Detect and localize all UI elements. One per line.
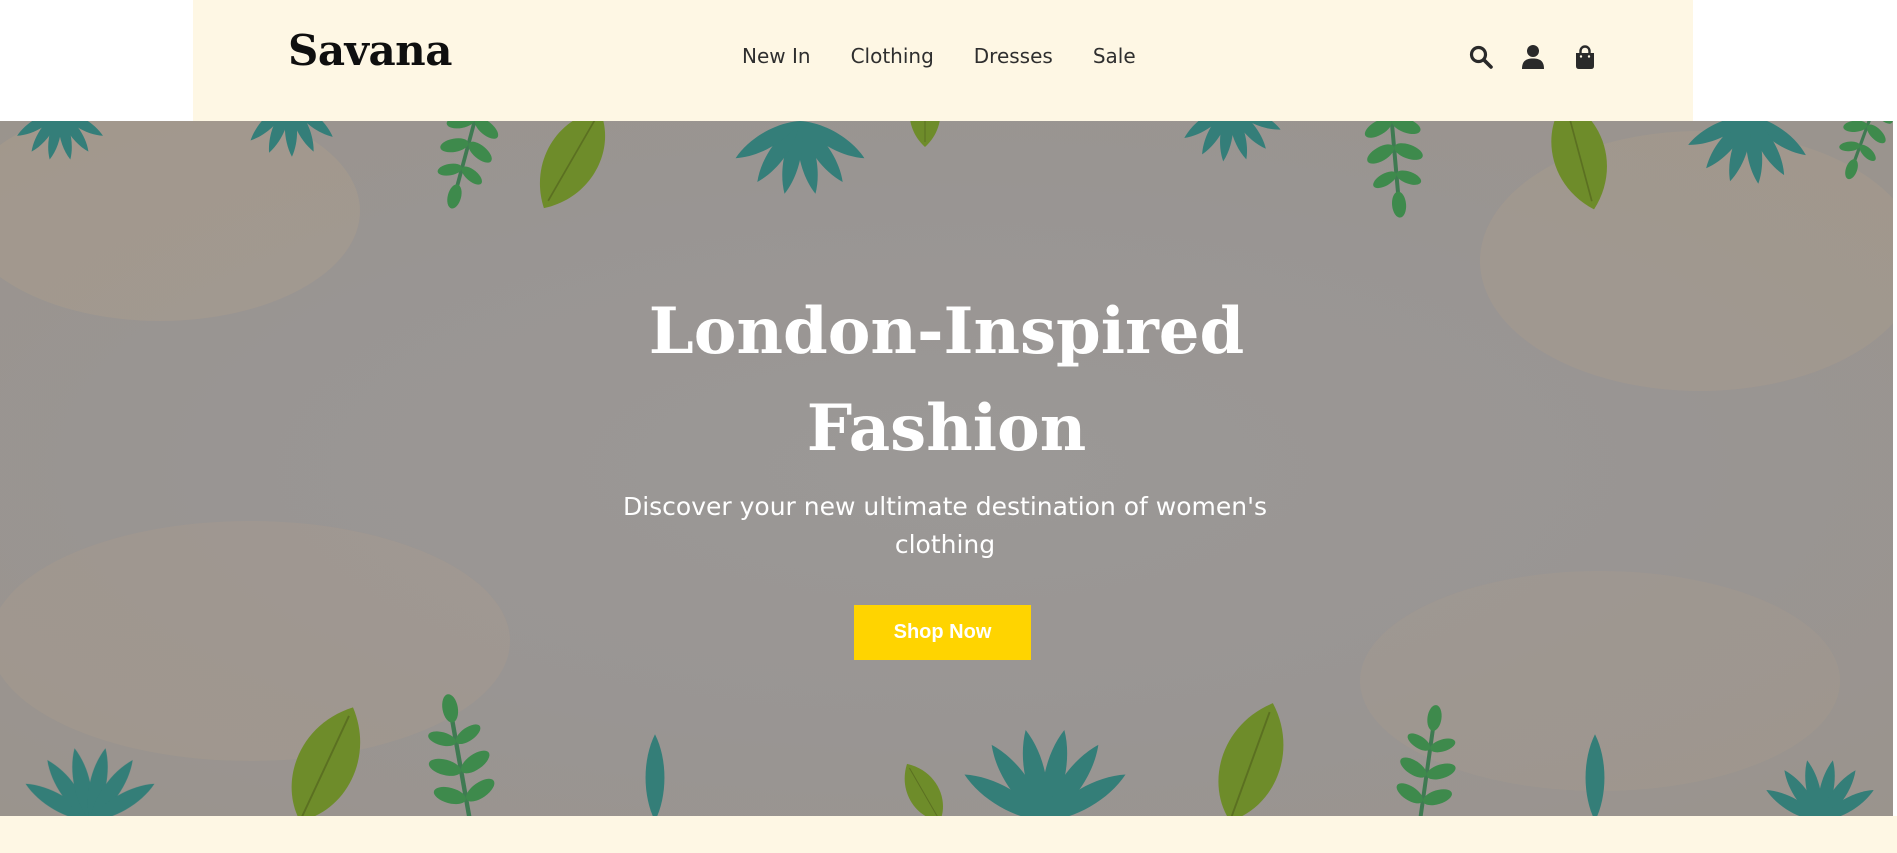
search-icon[interactable] [1468,44,1494,70]
hero-title-line-1: London-Inspired [648,294,1245,369]
hero-content: London-Inspired Fashion Discover your ne… [0,121,1893,816]
hero-banner: London-Inspired Fashion Discover your ne… [0,121,1893,816]
nav-link-clothing[interactable]: Clothing [851,44,934,68]
next-section-strip [0,816,1897,853]
brand-logo[interactable]: Savana [288,30,452,72]
site-header: Savana New In Clothing Dresses Sale [193,0,1693,121]
hero-title-line-2: Fashion [806,391,1087,466]
nav-link-new-in[interactable]: New In [742,44,811,68]
hero-title: London-Inspired Fashion [0,283,1893,477]
hero-subtitle: Discover your new ultimate destination o… [622,492,1268,559]
nav-link-dresses[interactable]: Dresses [974,44,1053,68]
user-icon[interactable] [1520,44,1546,70]
main-nav: New In Clothing Dresses Sale [742,44,1136,68]
shopping-bag-icon[interactable] [1572,44,1598,70]
nav-link-sale[interactable]: Sale [1093,44,1136,68]
shop-now-button[interactable]: Shop Now [854,605,1031,660]
header-actions [1468,44,1598,70]
